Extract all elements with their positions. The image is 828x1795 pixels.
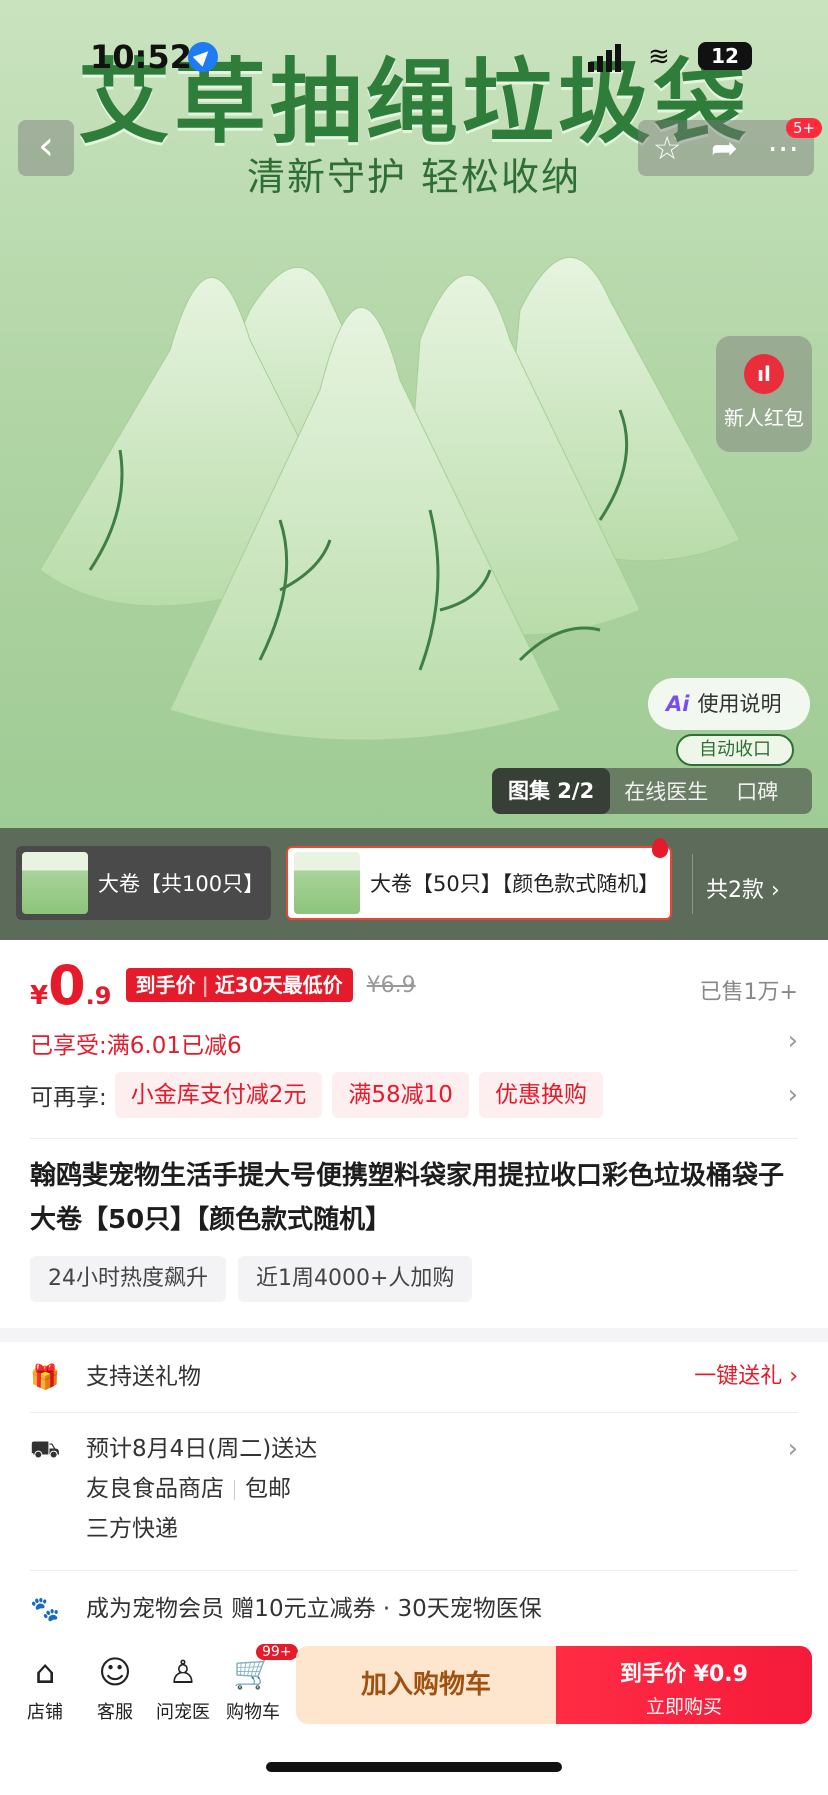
chat-icon: ☺ — [98, 1653, 132, 1691]
status-bar: 10:52 ≋ 12 — [0, 38, 828, 78]
sku-option[interactable]: 大卷【共100只】 — [16, 846, 271, 920]
bottom-action-bar: ⌂ 店铺 ☺ 客服 ♙ 问宠医 🛒 99+ 购物车 加入购物车 到手价 ¥0.9… — [0, 1642, 828, 1795]
buy-now-label: 立即购买 — [645, 1696, 722, 1718]
send-gift-link[interactable]: 一键送礼 › — [694, 1362, 798, 1392]
lowest-price-label: 近30天最低价 — [214, 973, 343, 997]
final-price-tag: 到手价 | 近30天最低价 — [125, 968, 353, 1002]
message-badge: 5+ — [786, 118, 823, 138]
delivery-row[interactable]: ⛟ 预计8月4日(周二)送达 › 友良食品商店 包邮 三方快递 — [30, 1434, 798, 1554]
buy-now-price: 到手价 ¥0.9 — [620, 1662, 748, 1687]
add-to-cart-button[interactable]: 加入购物车 — [296, 1646, 556, 1724]
coupon-row: 可再享: 小金库支付减2元 满58减10 优惠换购 — [30, 1072, 613, 1118]
status-time: 10:52 — [90, 38, 192, 76]
service-card: 🎁 支持送礼物 一键送礼 › ⛟ 预计8月4日(周二)送达 › 友良食品商店 包邮… — [0, 1342, 828, 1642]
coupon-chip[interactable]: 优惠换购 — [478, 1072, 603, 1118]
sku-option-selected[interactable]: 大卷【50只】【颜色款式随机】 — [286, 846, 672, 920]
home-indicator — [266, 1762, 562, 1772]
more-offers-label: 可再享: — [30, 1085, 107, 1111]
price-row: ¥ 0 .9 到手价 | 近30天最低价 ¥6.9 — [30, 954, 416, 1017]
red-packet-icon: ıl — [744, 354, 784, 394]
shop-name: 友良食品商店 — [86, 1476, 224, 1502]
divider — [30, 1570, 798, 1571]
product-tags: 24小时热度飙升 近1周4000+人加购 — [30, 1256, 484, 1302]
sku-count-link[interactable]: 共2款 › — [706, 872, 780, 904]
divider — [30, 1138, 798, 1139]
wifi-icon: ≋ — [648, 42, 670, 72]
chevron-left-icon: ‹ — [38, 123, 54, 169]
sold-count: 已售1万+ — [699, 980, 798, 1005]
cart-label: 购物车 — [226, 1702, 280, 1723]
location-icon — [188, 42, 218, 72]
buy-now-button[interactable]: 到手价 ¥0.9 立即购买 — [556, 1646, 812, 1724]
new-user-red-packet[interactable]: ıl 新人红包 — [716, 336, 812, 452]
discount-applied[interactable]: 已享受:满6.01已减6 — [30, 1026, 242, 1060]
gift-label: 支持送礼物 — [86, 1364, 201, 1390]
final-price-label: 到手价 — [135, 973, 196, 997]
currency-symbol: ¥ — [30, 981, 49, 1011]
bags-illustration — [39, 257, 741, 741]
product-tag[interactable]: 24小时热度飙升 — [30, 1256, 226, 1302]
delivery-estimate: 预计8月4日(周二)送达 — [86, 1436, 318, 1462]
shop-button[interactable]: ⌂ 店铺 — [10, 1650, 80, 1724]
shop-shipping-line: 友良食品商店 包邮 — [86, 1474, 291, 1504]
product-title: 翰鸥斐宠物生活手提大号便携塑料袋家用提拉收口彩色垃圾桶袋子 大卷【50只】【颜色… — [30, 1161, 785, 1235]
original-price: ¥6.9 — [366, 973, 416, 998]
price-integer: 0 — [48, 954, 86, 1017]
product-tag[interactable]: 近1周4000+人加购 — [238, 1256, 473, 1302]
back-button[interactable]: ‹ — [18, 120, 74, 176]
usage-guide-label: 使用说明 — [697, 692, 782, 716]
signal-icon — [588, 44, 624, 72]
battery-icon: 12 — [698, 42, 752, 70]
sku-label: 大卷【50只】【颜色款式随机】 — [370, 872, 660, 896]
share-icon[interactable]: ➦ — [711, 129, 738, 167]
vet-icon: ♙ — [168, 1653, 198, 1691]
chevron-right-icon[interactable]: › — [788, 1026, 798, 1056]
product-gallery[interactable]: 艾草抽绳垃圾袋 清新守护 轻松收纳 10:52 ≋ 12 ‹ ☆ ➦ ⋯ 5+ … — [0, 0, 828, 828]
courier-label: 三方快递 — [86, 1516, 178, 1542]
cart-badge: 99+ — [256, 1644, 298, 1660]
divider — [692, 854, 693, 914]
pet-member-row[interactable]: 🐾 成为宠物会员 赠10元立减券 · 30天宠物医保 — [30, 1594, 798, 1624]
gallery-tabs: 图集 2/2 在线医生 口碑 — [492, 768, 812, 814]
customer-service-button[interactable]: ☺ 客服 — [80, 1650, 150, 1724]
gift-icon: 🎁 — [30, 1363, 60, 1391]
paw-icon: 🐾 — [30, 1595, 60, 1623]
divider — [30, 1412, 798, 1413]
shop-icon: ⌂ — [34, 1653, 56, 1691]
sku-label: 大卷【共100只】 — [98, 872, 265, 896]
tab-online-doctor[interactable]: 在线医生 — [610, 776, 722, 806]
auto-close-label: 自动收口 — [676, 734, 794, 766]
usage-guide-button[interactable]: Ai 使用说明 — [648, 678, 810, 730]
cart-button[interactable]: 🛒 99+ 购物车 — [218, 1644, 298, 1724]
coupon-chip[interactable]: 小金库支付减2元 — [114, 1072, 323, 1118]
favorite-star-icon[interactable]: ☆ — [653, 129, 682, 167]
sku-thumbnail — [294, 852, 360, 914]
shipping-type: 包邮 — [245, 1476, 291, 1502]
tab-reviews[interactable]: 口碑 — [722, 776, 792, 806]
price-decimal: .9 — [85, 982, 112, 1010]
tab-gallery[interactable]: 图集 2/2 — [492, 768, 611, 814]
sku-selector: 大卷【共100只】 大卷【50只】【颜色款式随机】 共2款 › — [0, 828, 828, 940]
chevron-right-icon[interactable]: › — [788, 1080, 798, 1110]
customer-service-label: 客服 — [97, 1702, 133, 1723]
red-packet-label: 新人红包 — [724, 406, 804, 430]
sku-thumbnail — [22, 852, 88, 914]
selected-drop-icon — [652, 838, 668, 858]
chevron-right-icon[interactable]: › — [788, 1434, 798, 1464]
shop-label: 店铺 — [27, 1702, 63, 1723]
coupon-chip[interactable]: 满58减10 — [332, 1072, 469, 1118]
price-card: ¥ 0 .9 到手价 | 近30天最低价 ¥6.9 已售1万+ 已享受:满6.01已… — [0, 940, 828, 1328]
ask-vet-button[interactable]: ♙ 问宠医 — [148, 1650, 218, 1724]
pet-member-label: 成为宠物会员 赠10元立减券 · 30天宠物医保 — [86, 1596, 542, 1622]
gift-row[interactable]: 🎁 支持送礼物 一键送礼 › — [30, 1362, 798, 1392]
truck-icon: ⛟ — [30, 1435, 61, 1463]
ai-icon: Ai — [666, 692, 690, 716]
ask-vet-label: 问宠医 — [156, 1702, 210, 1723]
